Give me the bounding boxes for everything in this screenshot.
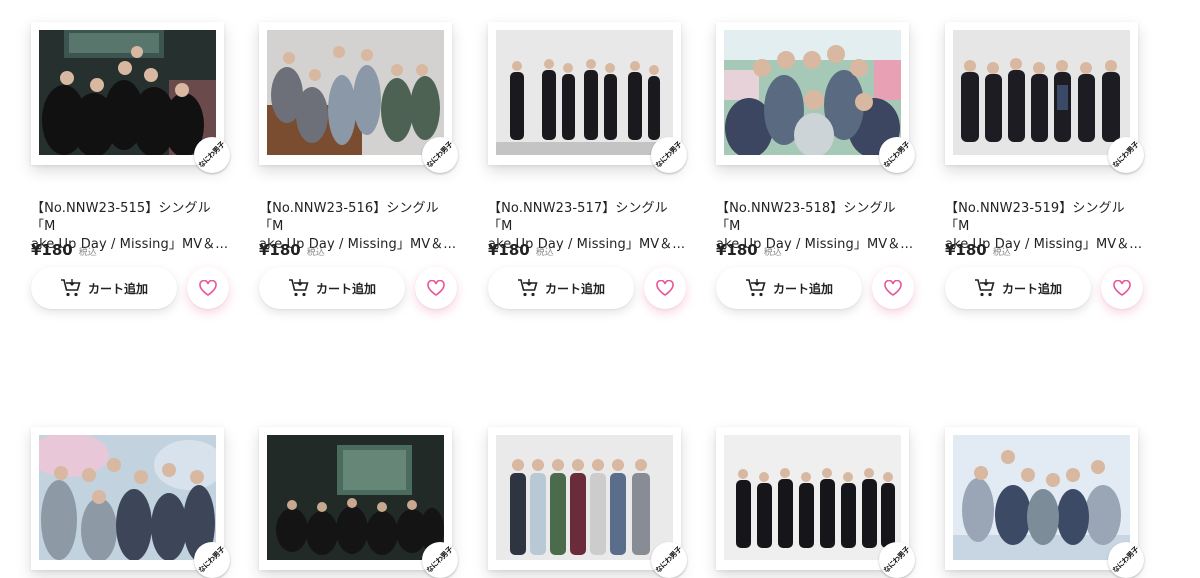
- brand-badge: なにわ男子: [879, 137, 915, 173]
- favorite-button[interactable]: [1101, 267, 1143, 309]
- product-price: ¥180 税込: [31, 241, 97, 259]
- product-price: ¥180 税込: [259, 241, 325, 259]
- cart-icon: [517, 279, 538, 297]
- favorite-button[interactable]: [644, 267, 686, 309]
- product-price: ¥180 税込: [945, 241, 1011, 259]
- add-to-cart-label: カート追加: [315, 281, 376, 296]
- heart-icon: [199, 280, 217, 296]
- cart-icon: [288, 279, 309, 297]
- cart-icon: [974, 279, 995, 297]
- product-photo[interactable]: なにわ男子: [488, 22, 687, 173]
- add-to-cart-button[interactable]: カート追加: [488, 267, 634, 309]
- favorite-button[interactable]: [872, 267, 914, 309]
- heart-icon: [656, 280, 674, 296]
- product-photo[interactable]: なにわ男子: [31, 22, 230, 173]
- add-to-cart-label: カート追加: [544, 281, 605, 296]
- add-to-cart-button[interactable]: カート追加: [259, 267, 405, 309]
- favorite-button[interactable]: [187, 267, 229, 309]
- add-to-cart-label: カート追加: [1001, 281, 1062, 296]
- heart-icon: [884, 280, 902, 296]
- brand-badge: なにわ男子: [1108, 137, 1144, 173]
- favorite-button[interactable]: [415, 267, 457, 309]
- add-to-cart-button[interactable]: カート追加: [945, 267, 1091, 309]
- product-photo[interactable]: なにわ男子: [716, 22, 915, 173]
- product-photo[interactable]: なにわ男子: [31, 427, 230, 578]
- add-to-cart-button[interactable]: カート追加: [31, 267, 177, 309]
- add-to-cart-button[interactable]: カート追加: [716, 267, 862, 309]
- add-to-cart-label: カート追加: [772, 281, 833, 296]
- product-photo[interactable]: なにわ男子: [488, 427, 687, 578]
- brand-badge: なにわ男子: [651, 137, 687, 173]
- cart-icon: [745, 279, 766, 297]
- product-photo[interactable]: なにわ男子: [945, 22, 1144, 173]
- product-photo[interactable]: なにわ男子: [716, 427, 915, 578]
- product-price: ¥180 税込: [716, 241, 782, 259]
- heart-icon: [1113, 280, 1131, 296]
- product-photo[interactable]: なにわ男子: [259, 22, 458, 173]
- product-photo[interactable]: なにわ男子: [945, 427, 1144, 578]
- cart-icon: [60, 279, 81, 297]
- heart-icon: [427, 280, 445, 296]
- product-photo[interactable]: なにわ男子: [259, 427, 458, 578]
- add-to-cart-label: カート追加: [87, 281, 148, 296]
- brand-badge: なにわ男子: [194, 137, 230, 173]
- brand-badge: なにわ男子: [422, 137, 458, 173]
- product-price: ¥180 税込: [488, 241, 554, 259]
